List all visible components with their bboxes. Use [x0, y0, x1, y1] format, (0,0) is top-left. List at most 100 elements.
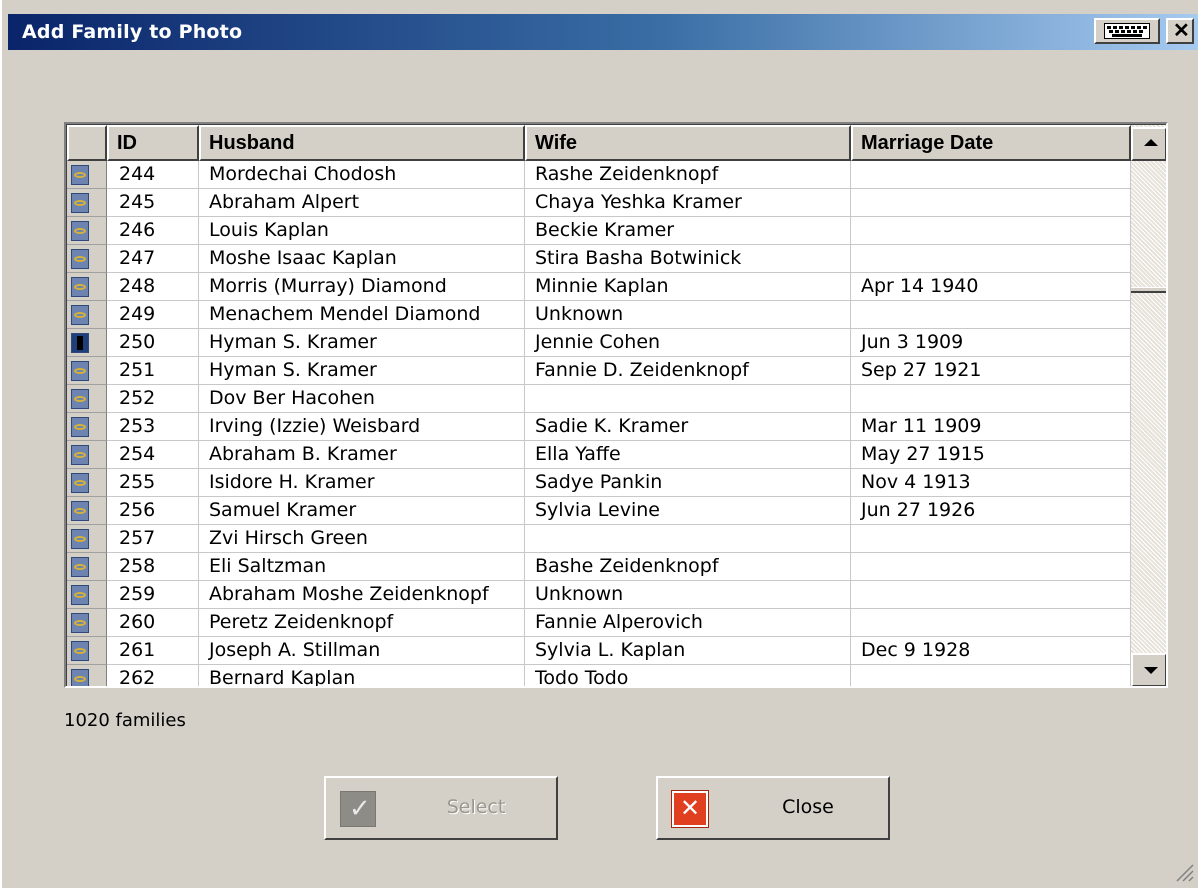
row-indicator[interactable]: [67, 581, 107, 609]
cell-husband[interactable]: Isidore H. Kramer: [199, 469, 525, 497]
cell-id[interactable]: 246: [107, 217, 199, 245]
table-row[interactable]: 251 Hyman S. Kramer Fannie D. Zeidenknopf S…: [67, 357, 1131, 385]
cell-id[interactable]: 257: [107, 525, 199, 553]
table-row[interactable]: 246 Louis Kaplan Beckie Kramer: [67, 217, 1131, 245]
table-row[interactable]: 252 Dov Ber Hacohen: [67, 385, 1131, 413]
table-row[interactable]: 244 Mordechai Chodosh Rashe Zeidenknopf: [67, 161, 1131, 189]
table-row[interactable]: 261 Joseph A. Stillman Sylvia L. Kaplan Dec…: [67, 637, 1131, 665]
cell-husband[interactable]: Bernard Kaplan: [199, 665, 525, 686]
cell-id[interactable]: 255: [107, 469, 199, 497]
cell-marriage-date[interactable]: [851, 161, 1131, 189]
window-close-button[interactable]: ✕: [1166, 18, 1194, 44]
cell-marriage-date[interactable]: Jun 27 1926: [851, 497, 1131, 525]
cell-marriage-date[interactable]: Nov 4 1913: [851, 469, 1131, 497]
table-row[interactable]: 260 Peretz Zeidenknopf Fannie Alperovich: [67, 609, 1131, 637]
keyboard-button[interactable]: [1094, 18, 1160, 44]
cell-wife[interactable]: Bashe Zeidenknopf: [525, 553, 851, 581]
cell-wife[interactable]: [525, 385, 851, 413]
cell-id[interactable]: 253: [107, 413, 199, 441]
table-row[interactable]: 253 Irving (Izzie) Weisbard Sadie K. Krame…: [67, 413, 1131, 441]
cell-husband[interactable]: Zvi Hirsch Green: [199, 525, 525, 553]
row-indicator[interactable]: [67, 665, 107, 686]
cell-wife[interactable]: Fannie Alperovich: [525, 609, 851, 637]
cell-husband[interactable]: Irving (Izzie) Weisbard: [199, 413, 525, 441]
table-row[interactable]: 259 Abraham Moshe Zeidenknopf Unknown: [67, 581, 1131, 609]
cell-wife[interactable]: Ella Yaffe: [525, 441, 851, 469]
cell-wife[interactable]: Unknown: [525, 581, 851, 609]
cell-husband[interactable]: Abraham B. Kramer: [199, 441, 525, 469]
cell-id[interactable]: 258: [107, 553, 199, 581]
close-button[interactable]: Close: [656, 776, 890, 840]
cell-marriage-date[interactable]: Dec 9 1928: [851, 637, 1131, 665]
table-row[interactable]: 245 Abraham Alpert Chaya Yeshka Kramer: [67, 189, 1131, 217]
cell-id[interactable]: 256: [107, 497, 199, 525]
families-grid[interactable]: ID Husband Wife Marriage Date 244 Mordech…: [64, 122, 1168, 688]
column-header-id[interactable]: ID: [107, 125, 199, 161]
cell-wife[interactable]: Minnie Kaplan: [525, 273, 851, 301]
cell-marriage-date[interactable]: Apr 14 1940: [851, 273, 1131, 301]
cell-husband[interactable]: Mordechai Chodosh: [199, 161, 525, 189]
row-indicator[interactable]: [67, 357, 107, 385]
cell-marriage-date[interactable]: [851, 553, 1131, 581]
cell-wife[interactable]: Fannie D. Zeidenknopf: [525, 357, 851, 385]
cell-wife[interactable]: Sadie K. Kramer: [525, 413, 851, 441]
resize-grip-icon[interactable]: [1172, 860, 1194, 882]
cell-wife[interactable]: Sylvia Levine: [525, 497, 851, 525]
row-indicator[interactable]: [67, 441, 107, 469]
table-row[interactable]: 257 Zvi Hirsch Green: [67, 525, 1131, 553]
row-indicator[interactable]: [67, 413, 107, 441]
cell-wife[interactable]: Beckie Kramer: [525, 217, 851, 245]
select-button[interactable]: Select: [324, 776, 558, 840]
row-indicator[interactable]: [67, 329, 107, 357]
row-indicator[interactable]: [67, 189, 107, 217]
cell-id[interactable]: 259: [107, 581, 199, 609]
cell-id[interactable]: 254: [107, 441, 199, 469]
cell-wife[interactable]: Rashe Zeidenknopf: [525, 161, 851, 189]
title-bar[interactable]: Add Family to Photo ✕: [8, 14, 1198, 50]
table-row[interactable]: 248 Morris (Murray) Diamond Minnie Kaplan A…: [67, 273, 1131, 301]
cell-husband[interactable]: Abraham Moshe Zeidenknopf: [199, 581, 525, 609]
cell-id[interactable]: 249: [107, 301, 199, 329]
cell-wife[interactable]: Jennie Cohen: [525, 329, 851, 357]
table-row[interactable]: 255 Isidore H. Kramer Sadye Pankin Nov 4 19…: [67, 469, 1131, 497]
table-row[interactable]: 254 Abraham B. Kramer Ella Yaffe May 27 191…: [67, 441, 1131, 469]
cell-wife[interactable]: Todo Todo: [525, 665, 851, 686]
row-indicator[interactable]: [67, 273, 107, 301]
cell-marriage-date[interactable]: [851, 581, 1131, 609]
table-row[interactable]: 262 Bernard Kaplan Todo Todo: [67, 665, 1131, 686]
cell-id[interactable]: 248: [107, 273, 199, 301]
table-row[interactable]: 249 Menachem Mendel Diamond Unknown: [67, 301, 1131, 329]
vertical-scrollbar[interactable]: [1131, 125, 1166, 686]
cell-id[interactable]: 250: [107, 329, 199, 357]
cell-id[interactable]: 262: [107, 665, 199, 686]
cell-husband[interactable]: Menachem Mendel Diamond: [199, 301, 525, 329]
scroll-up-button[interactable]: [1131, 127, 1166, 161]
table-row[interactable]: 258 Eli Saltzman Bashe Zeidenknopf: [67, 553, 1131, 581]
cell-id[interactable]: 244: [107, 161, 199, 189]
scroll-thumb[interactable]: [1131, 287, 1166, 293]
cell-husband[interactable]: Morris (Murray) Diamond: [199, 273, 525, 301]
cell-wife[interactable]: Unknown: [525, 301, 851, 329]
row-indicator[interactable]: [67, 497, 107, 525]
cell-husband[interactable]: Abraham Alpert: [199, 189, 525, 217]
cell-id[interactable]: 247: [107, 245, 199, 273]
cell-marriage-date[interactable]: [851, 301, 1131, 329]
row-indicator[interactable]: [67, 469, 107, 497]
scroll-down-button[interactable]: [1131, 653, 1166, 686]
cell-marriage-date[interactable]: [851, 189, 1131, 217]
cell-husband[interactable]: Dov Ber Hacohen: [199, 385, 525, 413]
cell-husband[interactable]: Louis Kaplan: [199, 217, 525, 245]
table-row[interactable]: 250 Hyman S. Kramer Jennie Cohen Jun 3 1909: [67, 329, 1131, 357]
cell-id[interactable]: 252: [107, 385, 199, 413]
row-indicator[interactable]: [67, 385, 107, 413]
cell-husband[interactable]: Moshe Isaac Kaplan: [199, 245, 525, 273]
cell-marriage-date[interactable]: Sep 27 1921: [851, 357, 1131, 385]
row-indicator[interactable]: [67, 161, 107, 189]
cell-husband[interactable]: Joseph A. Stillman: [199, 637, 525, 665]
cell-wife[interactable]: Sylvia L. Kaplan: [525, 637, 851, 665]
cell-wife[interactable]: [525, 525, 851, 553]
cell-wife[interactable]: Stira Basha Botwinick: [525, 245, 851, 273]
table-row[interactable]: 247 Moshe Isaac Kaplan Stira Basha Botwini…: [67, 245, 1131, 273]
cell-marriage-date[interactable]: [851, 217, 1131, 245]
cell-husband[interactable]: Hyman S. Kramer: [199, 357, 525, 385]
